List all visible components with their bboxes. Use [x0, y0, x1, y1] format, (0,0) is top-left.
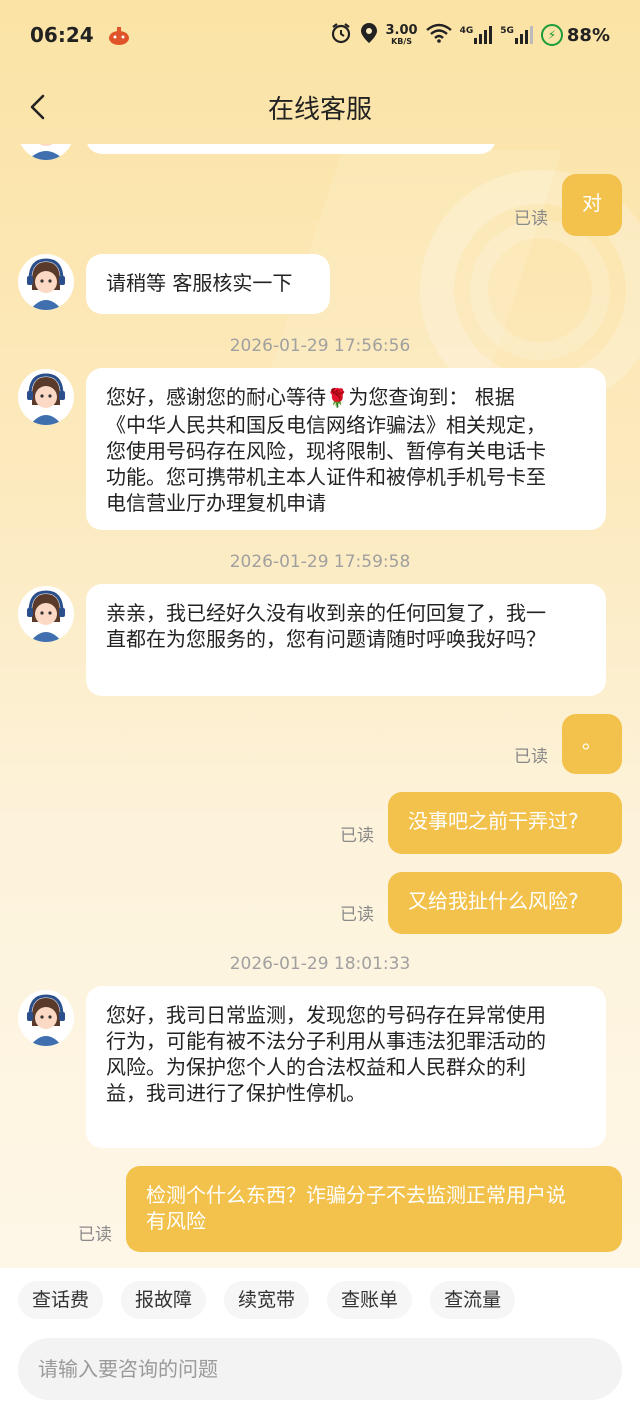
- read-receipt: 已读: [514, 747, 548, 767]
- message-timestamp: 2026-01-29 17:56:56: [229, 336, 411, 356]
- location-icon: [360, 22, 378, 48]
- read-receipt: 已读: [340, 826, 374, 846]
- quick-reply-report-fault[interactable]: 报故障: [121, 1281, 207, 1319]
- quick-reply-renew-broadband[interactable]: 续宽带: [224, 1281, 310, 1319]
- signal-4g-icon: 4G: [460, 26, 493, 44]
- status-time: 06:24: [30, 23, 94, 47]
- message-input-bar: [18, 1338, 622, 1400]
- battery-charging-icon: ⚡: [540, 24, 563, 46]
- user-message-bubble: 又给我扯什么风险?: [388, 872, 622, 934]
- agent-avatar: [18, 144, 74, 160]
- battery-level: 88%: [566, 24, 610, 46]
- agent-message-bubble: 您好，感谢您的耐心等待🌹为您查询到： 根据 《中华人民共和国反电信网络诈骗法》相…: [86, 368, 606, 530]
- read-receipt: 已读: [340, 905, 374, 925]
- alarm-icon: [330, 22, 352, 48]
- message-timestamp: 2026-01-29 18:01:33: [229, 954, 411, 974]
- agent-message-bubble: [86, 144, 496, 154]
- user-message-bubble: 检测个什么东西？诈骗分子不去监测正常用户说 有风险: [126, 1166, 622, 1252]
- page-header: 在线客服: [0, 70, 640, 144]
- page-title: 在线客服: [267, 94, 372, 125]
- wifi-icon: [425, 23, 452, 47]
- message-input[interactable]: [38, 1357, 602, 1381]
- message-timestamp: 2026-01-29 17:59:58: [229, 552, 411, 572]
- agent-avatar: [18, 586, 74, 642]
- read-receipt: 已读: [78, 1225, 112, 1245]
- quick-reply-data-usage[interactable]: 查流量: [430, 1281, 516, 1319]
- rose-emoji: 🌹: [326, 388, 349, 409]
- net-speed: 3.00 KB/S: [385, 23, 418, 46]
- agent-message-bubble: 请稍等 客服核实一下: [86, 254, 330, 314]
- quick-reply-bill[interactable]: 查账单: [327, 1281, 413, 1319]
- signal-5g-icon: 5G: [500, 26, 533, 44]
- quick-reply-bar: 查话费 报故障 续宽带 查账单 查流量: [18, 1281, 516, 1319]
- agent-avatar: [18, 369, 74, 425]
- back-button[interactable]: [22, 90, 52, 124]
- read-receipt: 已读: [514, 209, 548, 229]
- quick-reply-balance[interactable]: 查话费: [18, 1281, 104, 1319]
- chevron-left-icon: [30, 94, 45, 120]
- agent-message-bubble: 您好，我司日常监测，发现您的号码存在异常使用 行为，可能有被不法分子利用从事违法…: [86, 986, 606, 1148]
- battery-indicator: ⚡ 88%: [540, 24, 610, 46]
- agent-avatar: [18, 254, 74, 310]
- user-message-bubble: 对: [562, 174, 622, 236]
- chat-message-list[interactable]: 已读 对 请稍等 客服核实一下 2026-01-29 17:56:56 您好，感…: [0, 144, 640, 1274]
- user-message-bubble: 没事吧之前干弄过?: [388, 792, 622, 854]
- agent-message-bubble: 亲亲，我已经好久没有收到亲的任何回复了，我一 直都在为您服务的，您有问题请随时呼…: [86, 584, 606, 696]
- user-message-bubble: 。: [562, 714, 622, 774]
- app-notification-icon: [108, 24, 130, 46]
- agent-avatar: [18, 990, 74, 1046]
- status-bar: 06:24 3.00 KB/S 4G 5G ⚡ 88%: [0, 0, 640, 70]
